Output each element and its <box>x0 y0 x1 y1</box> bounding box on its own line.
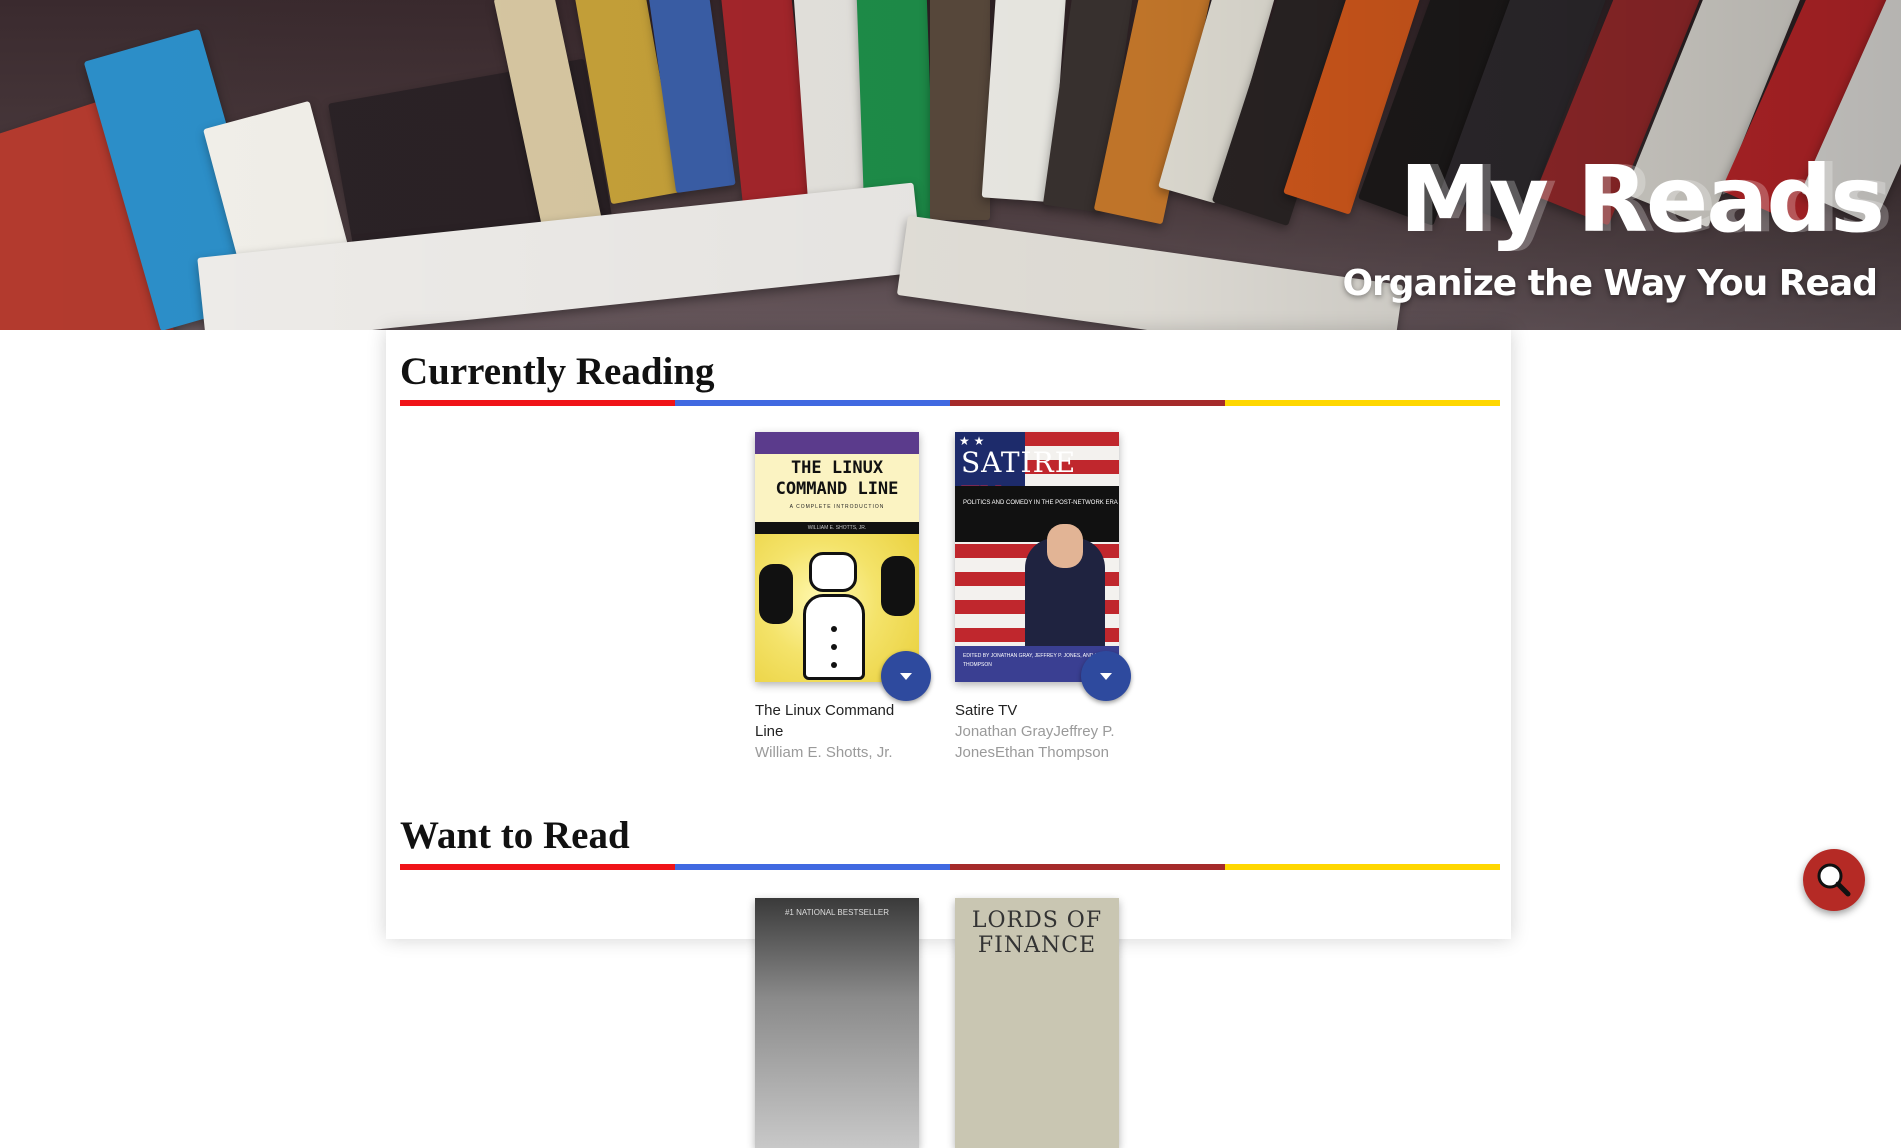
bookshelf-container: Currently Reading THE LINUX COMMAND LINE… <box>386 330 1511 1148</box>
cover-subtitle: A COMPLETE INTRODUCTION <box>789 504 885 510</box>
app-subtitle: Organize the Way You Read <box>1342 263 1878 304</box>
shelf-title: Currently Reading <box>400 350 715 393</box>
book-card: THE LINUX COMMAND LINE A COMPLETE INTROD… <box>755 432 931 763</box>
book-grid: THE LINUX COMMAND LINE A COMPLETE INTROD… <box>755 432 1131 763</box>
book-card: LORDS OF FINANCE <box>955 898 1119 1148</box>
hero-banner: My Reads Organize the Way You Read <box>0 0 1901 330</box>
book-cover[interactable]: #1 NATIONAL BESTSELLER <box>755 898 919 1148</box>
caret-down-icon <box>900 672 912 680</box>
cover-title: THE LINUX COMMAND LINE <box>775 458 899 499</box>
shelf-want-to-read: Want to Read <box>400 812 1500 870</box>
book-card: ★ ★ SATIRE TV POLITICS AND COMEDY IN THE… <box>955 432 1131 763</box>
book-cover[interactable]: THE LINUX COMMAND LINE A COMPLETE INTROD… <box>755 432 919 682</box>
search-icon <box>1817 863 1851 897</box>
caret-down-icon <box>1100 672 1112 680</box>
cover-tagline: POLITICS AND COMEDY IN THE POST-NETWORK … <box>963 500 1118 506</box>
shelf-currently-reading: Currently Reading <box>400 348 1500 406</box>
book-title: The Linux Command Line <box>755 702 895 740</box>
shelf-divider <box>400 400 1500 406</box>
shelf-changer-button[interactable] <box>881 651 931 701</box>
book-cover[interactable]: ★ ★ SATIRE TV POLITICS AND COMEDY IN THE… <box>955 432 1119 682</box>
search-button[interactable] <box>1803 849 1865 911</box>
shelf-title: Want to Read <box>400 814 630 857</box>
book-author: William E. Shotts, Jr. <box>755 744 893 761</box>
app-title: My Reads <box>1399 146 1885 253</box>
book-grid: #1 NATIONAL BESTSELLER LORDS OF FINANCE <box>755 898 1119 1148</box>
shelf-changer-button[interactable] <box>1081 651 1131 701</box>
shelf-divider <box>400 864 1500 870</box>
book-card: #1 NATIONAL BESTSELLER <box>755 898 919 1148</box>
cover-author: WILLIAM E. SHOTTS, JR. <box>755 522 919 534</box>
book-title: Satire TV <box>955 702 1018 719</box>
book-author: Jonathan GrayJeffrey P. JonesEthan Thomp… <box>955 723 1115 761</box>
book-cover[interactable]: LORDS OF FINANCE <box>955 898 1119 1148</box>
